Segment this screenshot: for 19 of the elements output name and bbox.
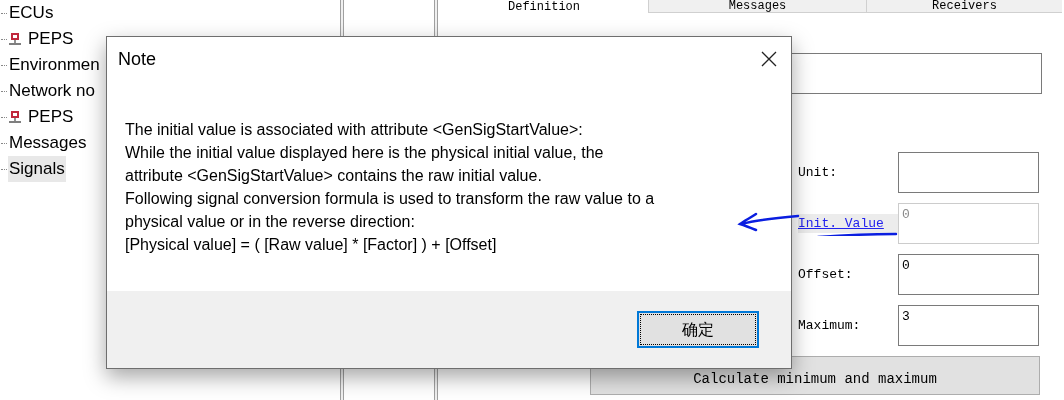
dialog-message: The initial value is associated with attribute <GenSigStartValue>: While the initial value displayed here is the physical initial value, the attribute <GenSigStartValue> contains the raw initial value. Following signal conversion formula is used to transform the raw value to a physical value or in the reverse direction: [Physical value] = ( [Raw value] * [Factor] ) + [Offset] (125, 120, 656, 255)
field-label: Maximum: (798, 316, 862, 335)
input-field[interactable]: 3 (898, 305, 1039, 346)
input-field[interactable]: 0 (898, 254, 1039, 295)
tab[interactable]: Messages (648, 0, 866, 13)
input-field[interactable] (898, 152, 1039, 193)
field-label: Unit: (798, 163, 838, 182)
tree-item[interactable]: PEPS (27, 26, 75, 52)
tree-item[interactable]: PEPS (27, 104, 75, 130)
tree-item[interactable]: Network no (8, 78, 96, 104)
tree-item[interactable]: ECUs (8, 0, 55, 26)
ok-button[interactable]: 确定 (637, 311, 759, 348)
tree-item[interactable]: Messages (8, 130, 88, 156)
tree-item[interactable]: Signals (8, 156, 66, 182)
dialog-title: Note (118, 47, 158, 71)
close-icon[interactable] (761, 51, 777, 67)
tree-item[interactable]: Environmen (8, 52, 101, 78)
field-label: Offset: (798, 265, 854, 284)
tab[interactable]: Receivers (866, 0, 1062, 13)
